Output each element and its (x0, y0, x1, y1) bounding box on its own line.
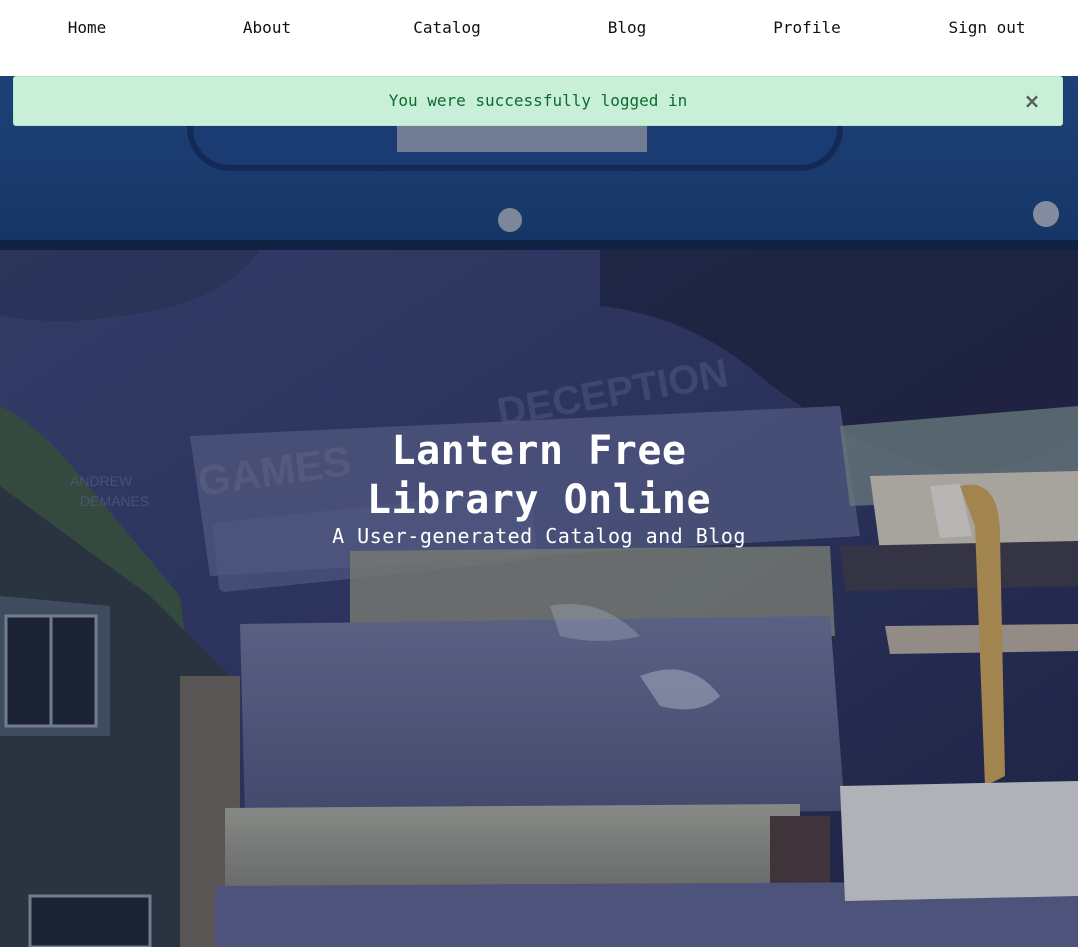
nav-about-link[interactable]: About (243, 18, 291, 38)
alert-message: You were successfully logged in (388, 91, 688, 110)
nav-sign-out-link[interactable]: Sign out (948, 18, 1025, 38)
nav-profile-link[interactable]: Profile (773, 18, 840, 38)
nav-catalog-link[interactable]: Catalog (413, 18, 480, 38)
login-success-alert: You were successfully logged in × (13, 76, 1063, 126)
hero-title-line-1: Lantern Free (391, 428, 687, 474)
nav-blog-link[interactable]: Blog (608, 18, 647, 38)
hero-title-line-2: Library Online (366, 477, 712, 523)
hero-title: Lantern Free Library Online (0, 427, 1078, 525)
nav-home-link[interactable]: Home (68, 18, 107, 38)
close-icon[interactable]: × (1022, 90, 1042, 112)
hero-subtitle: A User-generated Catalog and Blog (332, 524, 746, 548)
top-navigation: Home About Catalog Blog Profile Sign out (0, 0, 1078, 76)
